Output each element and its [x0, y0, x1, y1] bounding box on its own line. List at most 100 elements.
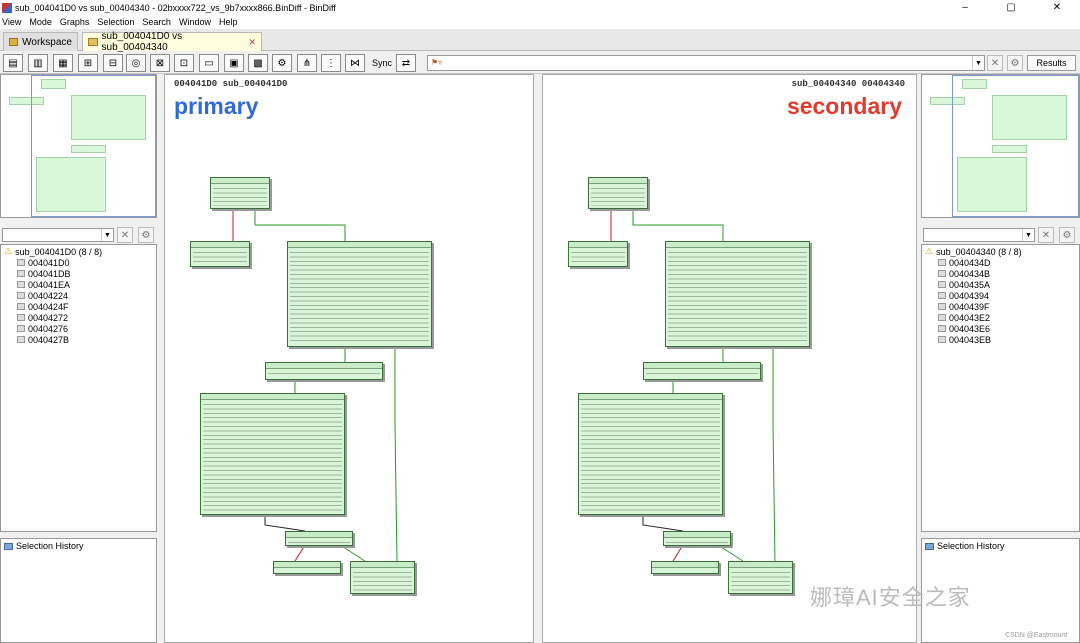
hierarchic-layout-icon[interactable]: ⊞	[78, 54, 98, 72]
code-block[interactable]	[568, 241, 628, 267]
tree-item[interactable]: 004043E2	[938, 312, 1079, 323]
maximize-button[interactable]: ▢	[988, 2, 1034, 13]
results-button[interactable]: Results	[1027, 55, 1076, 71]
tree-item[interactable]: 00404276	[17, 323, 156, 334]
layout-split-icon[interactable]: ▥	[28, 54, 48, 72]
search-settings-icon[interactable]: ⚙	[1007, 55, 1023, 71]
code-block[interactable]	[651, 561, 719, 574]
code-block[interactable]	[728, 561, 793, 594]
tree-item[interactable]: 0040435A	[938, 279, 1079, 290]
title-bar: sub_004041D0 vs sub_00404340 - 02bxxxx72…	[0, 0, 1080, 15]
menu-window[interactable]: Window	[179, 17, 211, 27]
secondary-overview[interactable]	[921, 74, 1080, 218]
chevron-down-icon[interactable]: ▼	[101, 229, 113, 241]
proximity-depth-icon[interactable]: ⊡	[174, 54, 194, 72]
toolbar: ▤ ▥ ▦ ⊞ ⊟ ◎ ⊠ ⊡ ▭ ▣ ▩ ⚙ ⋔ ⋮ ⋈ Sync ⇄ ⚑▿ …	[0, 52, 1080, 74]
tab-close-icon[interactable]: ✕	[248, 37, 256, 48]
primary-graph[interactable]: 004041D0 sub_004041D0 primary	[164, 74, 534, 643]
menu-graphs[interactable]: Graphs	[60, 17, 90, 27]
code-block[interactable]	[588, 177, 648, 209]
tree-item[interactable]: 0040424F	[17, 301, 156, 312]
code-block[interactable]	[287, 241, 432, 347]
tab-workspace-label: Workspace	[22, 36, 72, 48]
code-block[interactable]	[285, 531, 353, 546]
menu-selection[interactable]: Selection	[97, 17, 134, 27]
node-icon	[17, 281, 25, 288]
proximity-icon[interactable]: ⊠	[150, 54, 170, 72]
history-header[interactable]: Selection History	[4, 541, 84, 551]
tree-root[interactable]: ⚠ sub_004041D0 (8 / 8)	[4, 246, 156, 257]
code-block[interactable]	[643, 362, 761, 380]
node-icon	[938, 292, 946, 299]
menu-help[interactable]: Help	[219, 17, 238, 27]
tab-diff[interactable]: sub_004041D0 vs sub_00404340 ✕	[82, 31, 262, 53]
code-block[interactable]	[665, 241, 810, 347]
chevron-down-icon[interactable]: ▼	[972, 56, 984, 70]
secondary-graph[interactable]: sub_00404340 00404340 secondary	[542, 74, 917, 643]
menu-search[interactable]: Search	[142, 17, 171, 27]
zoom-selection-icon[interactable]: ▣	[224, 54, 244, 72]
tree-item[interactable]: 004043EB	[938, 334, 1079, 345]
search-input[interactable]: ⚑▿ ▼	[427, 55, 985, 71]
zoom-fit-icon[interactable]: ▭	[199, 54, 219, 72]
search-mode-icon: ⚑▿	[431, 58, 443, 67]
graph-settings-icon[interactable]: ⚙	[272, 54, 292, 72]
tree-item[interactable]: 0040427B	[17, 334, 156, 345]
tree-item[interactable]: 004041EA	[17, 279, 156, 290]
code-block[interactable]	[190, 241, 250, 267]
menu-mode[interactable]: Mode	[29, 17, 52, 27]
tree-item[interactable]: 004041D0	[17, 257, 156, 268]
tree-item[interactable]: 00404224	[17, 290, 156, 301]
overview-viewport[interactable]	[952, 75, 1079, 217]
tree-item[interactable]: 0040434D	[938, 257, 1079, 268]
layout-icon[interactable]: ▤	[3, 54, 23, 72]
select-path-icon[interactable]: ⋮	[321, 54, 341, 72]
code-block[interactable]	[273, 561, 341, 574]
minimize-button[interactable]: –	[942, 2, 988, 13]
clear-filter-icon[interactable]: ✕	[1038, 227, 1054, 243]
primary-overview[interactable]	[0, 74, 157, 218]
code-block[interactable]	[210, 177, 270, 209]
tree-item[interactable]: 004043E6	[938, 323, 1079, 334]
tree-item-label: 00404394	[949, 290, 990, 301]
select-ancestors-icon[interactable]: ⋈	[345, 54, 365, 72]
tree-item[interactable]: 00404272	[17, 312, 156, 323]
history-header[interactable]: Selection History	[925, 541, 1005, 551]
code-block[interactable]	[265, 362, 383, 380]
layout-tree-icon[interactable]: ▦	[53, 54, 73, 72]
circular-layout-icon[interactable]: ◎	[126, 54, 146, 72]
filter-settings-icon[interactable]: ⚙	[138, 227, 154, 243]
close-button[interactable]: ✕	[1034, 2, 1080, 13]
menu-view[interactable]: View	[2, 17, 21, 27]
tab-bar: Workspace sub_004041D0 vs sub_00404340 ✕	[0, 29, 1080, 53]
filter-settings-icon[interactable]: ⚙	[1059, 227, 1075, 243]
window-title: sub_004041D0 vs sub_00404340 - 02bxxxx72…	[15, 2, 336, 13]
secondary-filter-combo[interactable]: ▼	[923, 228, 1035, 242]
tree-root[interactable]: ⚠ sub_00404340 (8 / 8)	[925, 246, 1079, 257]
tree-item-label: 0040427B	[28, 334, 70, 345]
select-neighbors-icon[interactable]: ⋔	[297, 54, 317, 72]
chevron-down-icon[interactable]: ▼	[1022, 229, 1034, 241]
secondary-edges	[610, 209, 776, 566]
tree-item[interactable]: 00404394	[938, 290, 1079, 301]
orthogonal-layout-icon[interactable]: ⊟	[103, 54, 123, 72]
sync-toggle-icon[interactable]: ⇄	[396, 54, 416, 72]
screenshot-icon[interactable]: ▩	[248, 54, 268, 72]
code-block[interactable]	[200, 393, 345, 515]
diff-icon	[88, 38, 98, 46]
clear-filter-icon[interactable]: ✕	[117, 227, 133, 243]
tree-item-label: 00404224	[28, 290, 69, 301]
tab-workspace[interactable]: Workspace	[3, 32, 78, 51]
tree-item-label: 00404272	[28, 312, 69, 323]
tree-item[interactable]: 004041DB	[17, 268, 156, 279]
code-block[interactable]	[663, 531, 731, 546]
primary-filter-combo[interactable]: ▼	[2, 228, 114, 242]
tree-item[interactable]: 0040439F	[938, 301, 1079, 312]
clear-search-icon[interactable]: ✕	[987, 55, 1003, 71]
tree-item-label: 0040434B	[949, 268, 991, 279]
overview-viewport[interactable]	[31, 75, 156, 217]
code-block[interactable]	[578, 393, 723, 515]
tree-item[interactable]: 0040434B	[938, 268, 1079, 279]
tree-item-label: 0040434D	[949, 257, 991, 268]
code-block[interactable]	[350, 561, 415, 594]
